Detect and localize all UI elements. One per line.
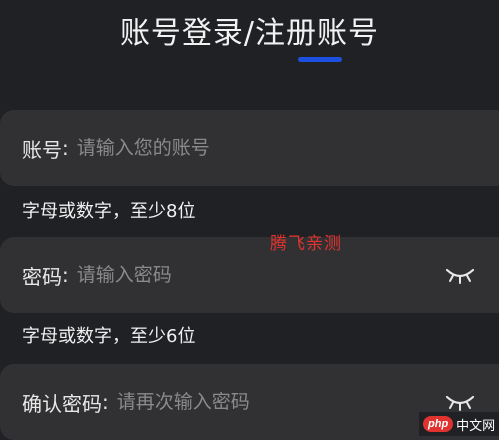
php-site-name: 中文网 <box>456 418 496 434</box>
php-logo: php <box>423 416 454 432</box>
php-site-badge: php 中文网 <box>419 412 499 436</box>
confirm-password-label-colon: : <box>102 390 109 414</box>
password-label: 密码 <box>22 264 62 289</box>
account-input[interactable] <box>76 137 499 159</box>
account-label-colon: : <box>62 136 69 160</box>
confirm-password-label: 确认密码 <box>22 391 102 416</box>
eye-closed-icon[interactable] <box>445 392 475 412</box>
eye-closed-icon[interactable] <box>445 265 475 285</box>
account-field[interactable]: 账号 : <box>0 110 499 186</box>
account-hint: 字母或数字，至少8位 <box>22 201 196 222</box>
title-active-indicator <box>298 57 342 62</box>
watermark-text: 腾飞亲测 <box>270 234 342 254</box>
page-title: 账号登录/注册账号 <box>119 16 380 51</box>
password-input[interactable] <box>76 264 499 286</box>
password-field[interactable]: 密码 : <box>0 237 499 313</box>
password-hint: 字母或数字，至少6位 <box>22 326 196 347</box>
confirm-password-input[interactable] <box>116 391 499 413</box>
account-label: 账号 <box>22 137 62 162</box>
password-label-colon: : <box>62 263 69 287</box>
